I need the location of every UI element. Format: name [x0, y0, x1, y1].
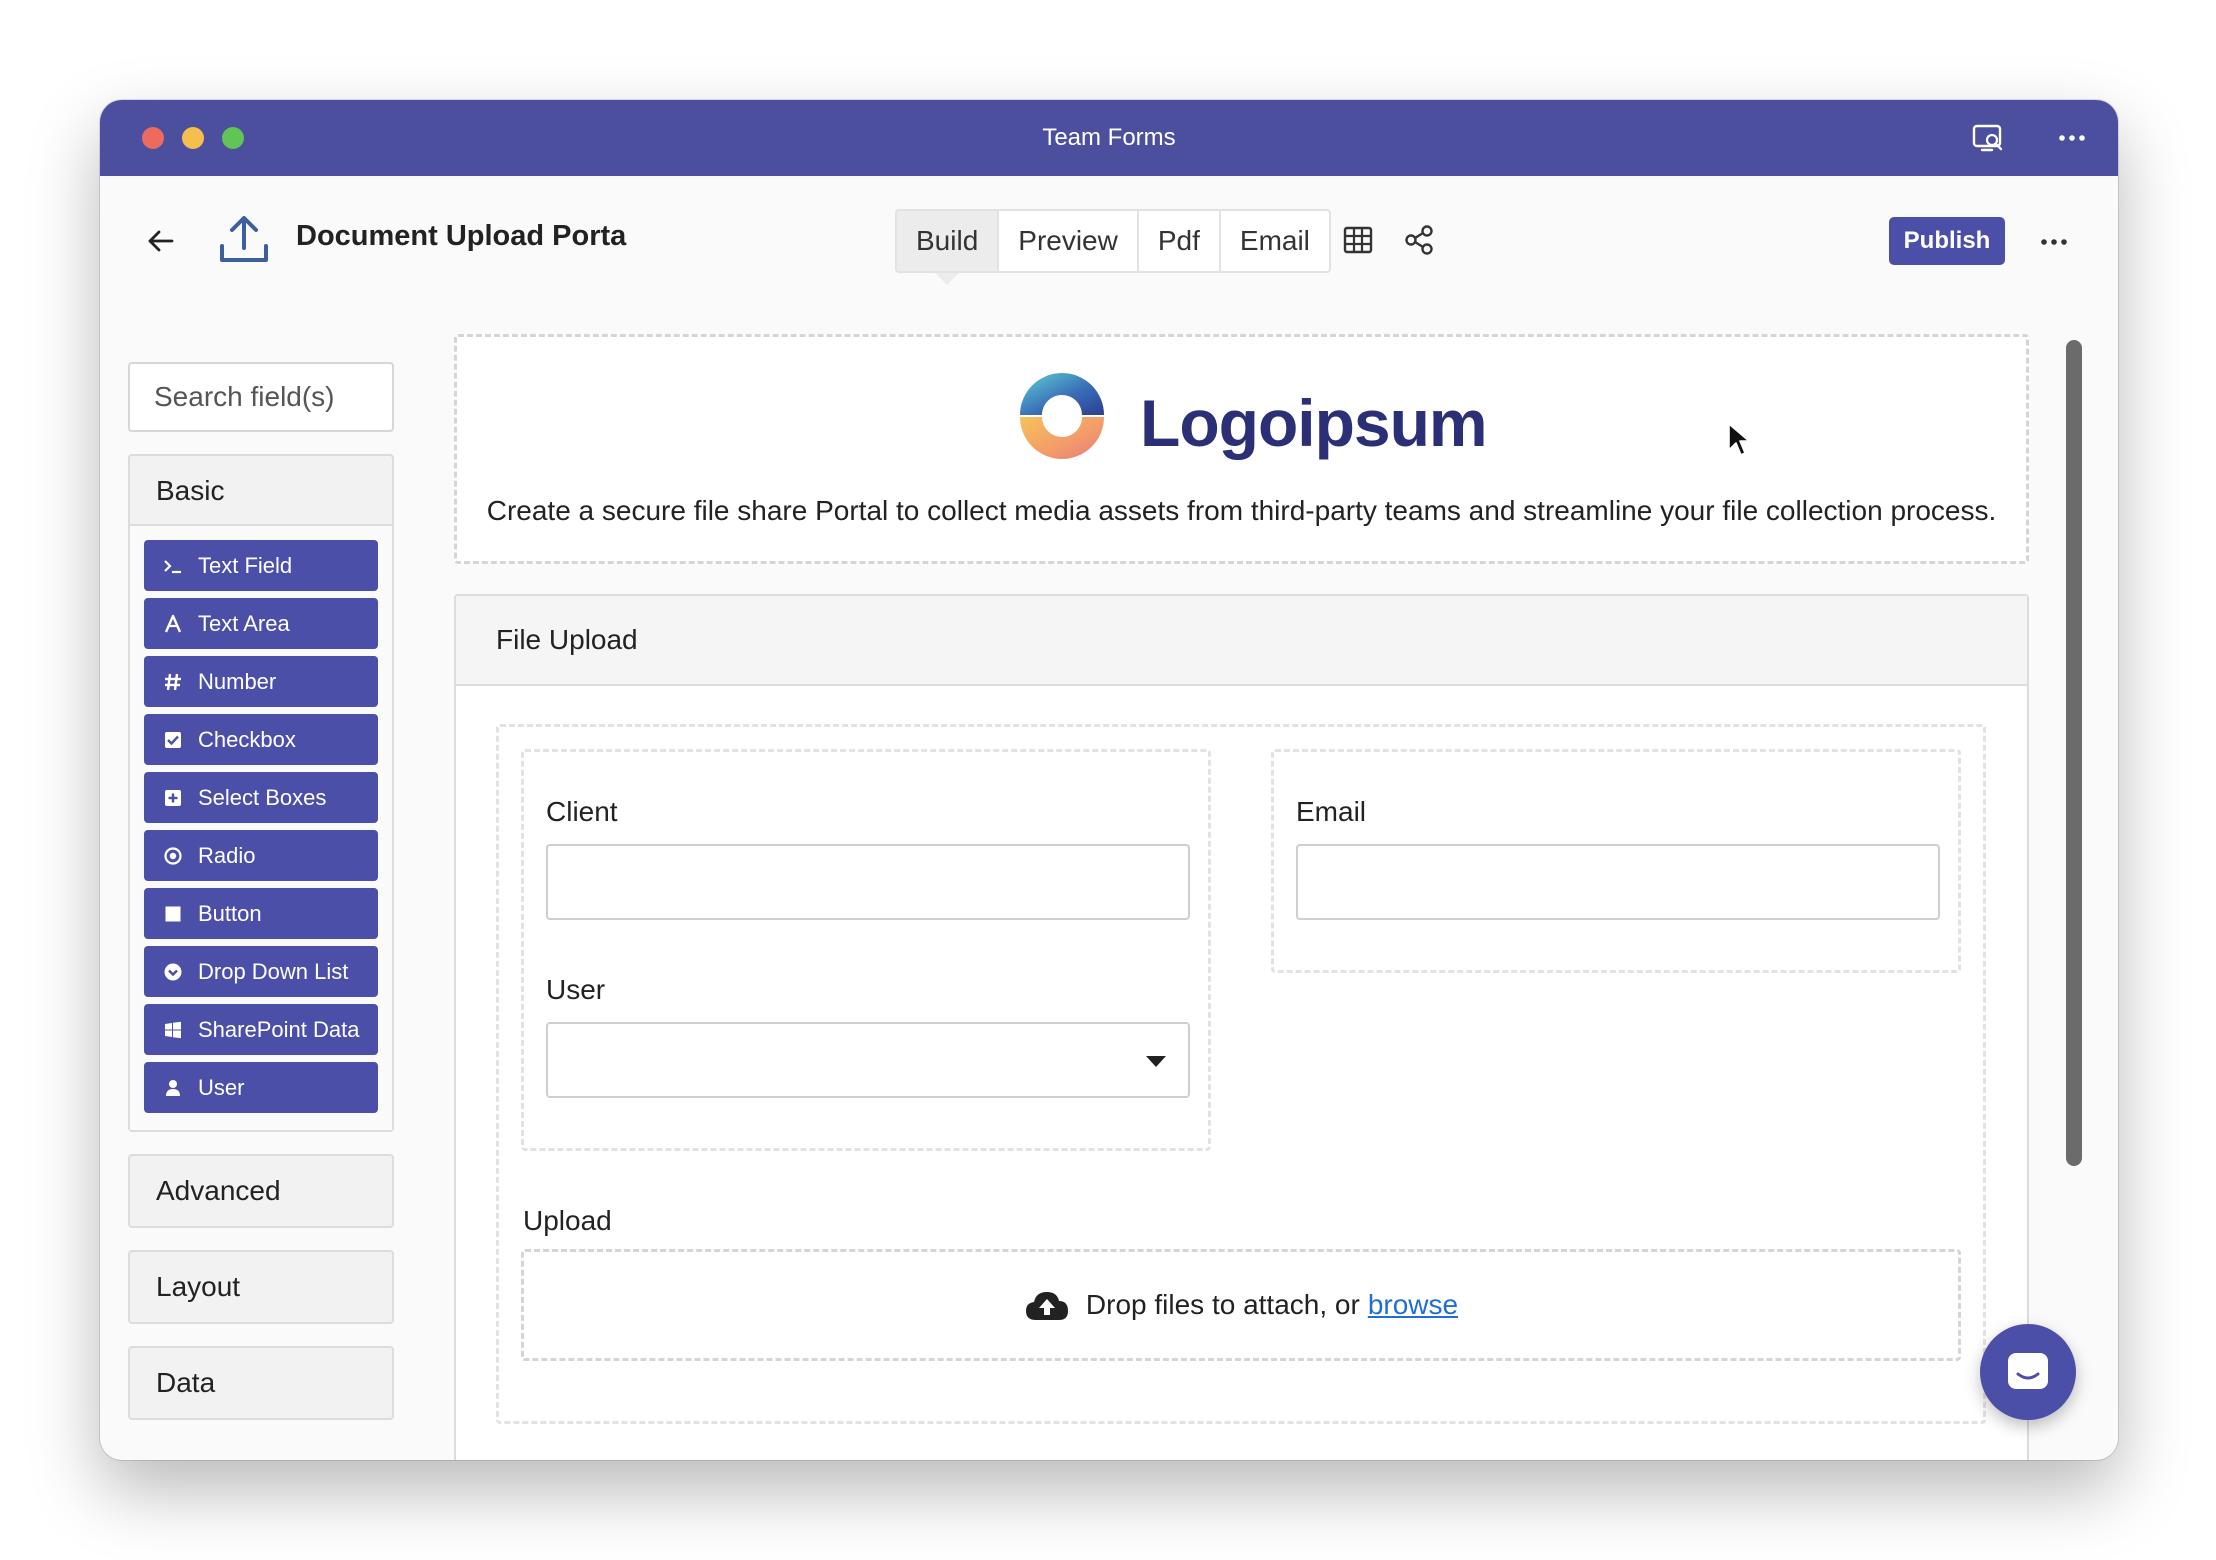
group-advanced[interactable]: Advanced — [128, 1154, 394, 1228]
group-layout[interactable]: Layout — [128, 1250, 394, 1324]
publish-button[interactable]: Publish — [1889, 217, 2005, 265]
brand-logo: Logoipsum — [1002, 365, 1512, 475]
search-fields-input[interactable]: Search field(s) — [128, 362, 394, 432]
user-label: User — [546, 974, 606, 1005]
banner-section[interactable]: Logoipsum Create a secure file share Por… — [454, 334, 2029, 564]
tab-build-label: Build — [916, 225, 979, 256]
terminal-icon — [162, 555, 184, 577]
plus-square-icon — [162, 787, 184, 809]
view-tabs: Build Preview Pdf Email — [895, 209, 1331, 285]
hash-icon — [162, 671, 184, 693]
caret-down-icon — [1146, 1056, 1166, 1067]
vertical-scrollbar[interactable] — [2066, 340, 2082, 1166]
drop-text: Drop files to attach, or — [1085, 1289, 1360, 1320]
chat-support-button[interactable] — [1980, 1324, 2076, 1420]
chevron-circle-down-icon — [162, 961, 184, 983]
group-data[interactable]: Data — [128, 1346, 394, 1420]
field-checkbox[interactable]: Checkbox — [144, 714, 378, 765]
title-bar: Team Forms — [100, 100, 2118, 176]
font-icon — [162, 613, 184, 635]
tab-preview[interactable]: Preview — [999, 211, 1139, 271]
field-label: Number — [198, 668, 277, 694]
screen-search-icon[interactable] — [1970, 120, 2006, 156]
field-text-area[interactable]: Text Area — [144, 598, 378, 649]
checkbox-icon — [162, 729, 184, 751]
group-advanced-header[interactable]: Advanced — [130, 1156, 392, 1226]
mouse-pointer-icon — [1728, 423, 1750, 456]
file-upload-panel: File Upload Client User Email Upload Dro… — [454, 594, 2029, 1460]
more-options-icon[interactable] — [2036, 224, 2072, 260]
table-icon[interactable] — [1342, 224, 1374, 256]
group-basic: Basic Text Field Text Area Number Checkb… — [128, 454, 394, 1132]
left-column: Client User — [521, 749, 1211, 1151]
window-more-icon[interactable] — [2054, 120, 2090, 156]
window-title: Team Forms — [1042, 124, 1176, 151]
share-icon[interactable] — [1402, 223, 1436, 257]
stop-icon — [162, 903, 184, 925]
field-sharepoint-data[interactable]: SharePoint Data — [144, 1004, 378, 1055]
upload-icon — [220, 216, 268, 262]
email-input[interactable] — [1296, 844, 1940, 920]
field-label: Radio — [198, 842, 256, 868]
group-basic-header[interactable]: Basic — [130, 456, 392, 526]
form-header: Document Upload Porta Build Preview Pdf … — [100, 176, 2118, 306]
field-label: Text Area — [198, 610, 290, 636]
client-label: Client — [546, 796, 618, 827]
tab-pdf[interactable]: Pdf — [1139, 211, 1221, 271]
field-label: User — [198, 1074, 245, 1100]
active-tab-caret — [935, 273, 960, 285]
form-canvas: Logoipsum Create a secure file share Por… — [454, 334, 2029, 1460]
columns-container: Client User Email Upload Drop files to a… — [496, 724, 1986, 1424]
logo-text: Logoipsum — [1140, 386, 1488, 460]
field-button[interactable]: Button — [144, 888, 378, 939]
windows-icon — [162, 1019, 184, 1041]
field-label: Select Boxes — [198, 784, 327, 810]
field-user[interactable]: User — [144, 1062, 378, 1113]
tab-email[interactable]: Email — [1221, 211, 1329, 271]
field-label: SharePoint Data — [198, 1016, 360, 1042]
upload-label: Upload — [523, 1205, 612, 1236]
chat-icon — [2008, 1353, 2048, 1389]
group-layout-header[interactable]: Layout — [130, 1252, 392, 1322]
field-label: Text Field — [198, 552, 293, 578]
field-number[interactable]: Number — [144, 656, 378, 707]
right-column: Email — [1271, 749, 1961, 973]
browse-link[interactable]: browse — [1368, 1289, 1458, 1321]
user-select[interactable] — [546, 1022, 1190, 1098]
document-title[interactable]: Document Upload Porta — [296, 220, 626, 253]
basic-field-list: Text Field Text Area Number Checkbox Sel… — [130, 526, 392, 1130]
group-data-header[interactable]: Data — [130, 1348, 392, 1418]
field-label: Button — [198, 900, 262, 926]
field-label: Checkbox — [198, 726, 296, 752]
field-text-field[interactable]: Text Field — [144, 540, 378, 591]
radio-icon — [162, 845, 184, 867]
file-dropzone[interactable]: Drop files to attach, or browse — [521, 1249, 1961, 1361]
tab-build[interactable]: Build — [897, 211, 1000, 285]
banner-description: Create a secure file share Portal to col… — [486, 495, 1997, 526]
email-label: Email — [1296, 796, 1367, 827]
field-label: Drop Down List — [198, 958, 349, 984]
app-window: Team Forms Document Upload Porta Build P… — [100, 100, 2118, 1460]
cloud-upload-icon — [1025, 1292, 1068, 1320]
user-icon — [162, 1077, 184, 1099]
logo-mark-icon — [1020, 373, 1104, 459]
back-arrow-icon[interactable] — [144, 224, 178, 258]
field-select-boxes[interactable]: Select Boxes — [144, 772, 378, 823]
panel-title[interactable]: File Upload — [456, 596, 2027, 686]
client-input[interactable] — [546, 844, 1190, 920]
field-drop-down-list[interactable]: Drop Down List — [144, 946, 378, 997]
field-radio[interactable]: Radio — [144, 830, 378, 881]
field-palette: Search field(s) Basic Text Field Text Ar… — [128, 362, 394, 1420]
